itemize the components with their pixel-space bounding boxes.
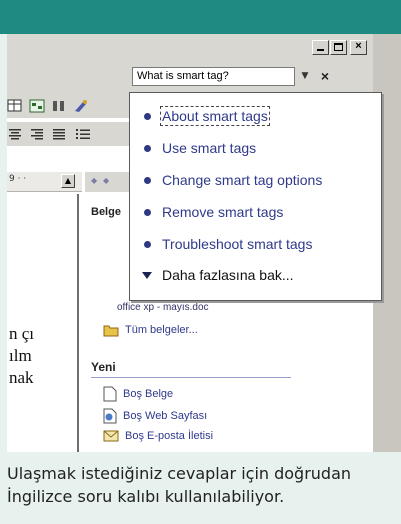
justify-icon[interactable] xyxy=(51,126,67,142)
web-page-icon xyxy=(103,408,117,424)
document-text-line: ılm xyxy=(9,346,32,365)
menu-item-remove-smart-tags[interactable]: Remove smart tags xyxy=(130,200,381,224)
menu-item-troubleshoot-smart-tags[interactable]: Troubleshoot smart tags xyxy=(130,232,381,256)
help-bullet-icon xyxy=(144,208,151,216)
new-blank-document-row[interactable]: Boş Belge xyxy=(103,386,173,402)
all-documents-row[interactable]: Tüm belgeler... xyxy=(103,323,198,337)
menu-item-use-smart-tags[interactable]: Use smart tags xyxy=(130,136,381,160)
ask-dropdown-icon[interactable]: ▼ xyxy=(298,68,312,85)
help-bullet-icon xyxy=(144,176,151,184)
help-bullet-icon xyxy=(144,144,151,152)
minimize-button[interactable] xyxy=(312,40,329,55)
forward-arrow-icon[interactable]: ◆ xyxy=(103,176,109,185)
ask-close-icon[interactable]: × xyxy=(318,67,332,85)
menu-item-change-smart-tag-options[interactable]: Change smart tag options xyxy=(130,168,381,192)
ask-a-question-input[interactable]: What is smart tag? xyxy=(132,67,295,86)
menu-item-label: Change smart tag options xyxy=(162,172,323,188)
table-icon[interactable] xyxy=(7,98,23,114)
menu-item-label: Use smart tags xyxy=(162,140,257,156)
section-divider xyxy=(91,377,291,378)
new-web-page-row[interactable]: Boş Web Sayfası xyxy=(103,408,207,424)
menu-item-label: Troubleshoot smart tags xyxy=(162,236,313,252)
align-center-icon[interactable] xyxy=(7,126,23,142)
all-documents-link[interactable]: Tüm belgeler... xyxy=(125,324,198,336)
menu-item-see-more[interactable]: Daha fazlasına bak... xyxy=(130,263,381,287)
back-arrow-icon[interactable]: ◆ xyxy=(91,176,97,185)
new-email-row[interactable]: Boş E-posta İletisi xyxy=(103,430,213,442)
triangle-down-icon xyxy=(142,271,152,279)
recent-file-link[interactable]: office xp - mayıs.doc xyxy=(117,302,209,313)
menu-item-label: Remove smart tags xyxy=(162,204,284,220)
blank-document-icon xyxy=(103,386,117,402)
window-chrome: × What is smart tag? ▼ × xyxy=(7,34,401,94)
email-message-icon xyxy=(103,430,119,442)
document-text-line: n çı xyxy=(9,324,35,343)
ruler: 9 · · ▲ xyxy=(7,172,82,192)
window-controls: × xyxy=(311,40,367,55)
help-bullet-icon xyxy=(144,240,151,248)
align-right-icon[interactable] xyxy=(29,126,45,142)
minimize-icon xyxy=(317,49,324,51)
drawing-icon[interactable] xyxy=(73,98,89,114)
maximize-button[interactable] xyxy=(330,40,347,55)
top-frame-band xyxy=(0,0,401,34)
menu-item-label: About smart tags xyxy=(160,106,270,126)
menu-item-label: Daha fazlasına bak... xyxy=(162,267,294,283)
smart-tag-answers-menu: About smart tags Use smart tags Change s… xyxy=(129,92,382,301)
document-page[interactable]: n çı ılm nak xyxy=(7,194,79,452)
spreadsheet-icon[interactable] xyxy=(29,98,45,114)
word-window-screenshot: × What is smart tag? ▼ × 9 · · ▲ n çı ıl… xyxy=(7,34,401,452)
ruler-label: 9 · · xyxy=(9,174,27,184)
close-button[interactable]: × xyxy=(350,40,367,55)
scroll-up-arrow-icon[interactable]: ▲ xyxy=(61,174,75,188)
close-icon: × xyxy=(355,40,362,52)
maximize-icon xyxy=(334,43,343,51)
new-web-page-link[interactable]: Boş Web Sayfası xyxy=(123,410,207,422)
menu-item-about-smart-tags[interactable]: About smart tags xyxy=(130,104,381,128)
figure-caption: Ulaşmak istediğiniz cevaplar için doğrud… xyxy=(7,464,352,506)
new-blank-document-link[interactable]: Boş Belge xyxy=(123,388,173,400)
document-text-line: nak xyxy=(9,368,34,387)
new-email-link[interactable]: Boş E-posta İletisi xyxy=(125,430,213,442)
task-pane-section-label: Belge xyxy=(91,206,121,218)
columns-icon[interactable] xyxy=(51,98,67,114)
folder-open-icon xyxy=(103,325,119,337)
numbered-list-icon[interactable] xyxy=(75,126,91,142)
help-bullet-icon xyxy=(144,112,151,120)
new-section-heading: Yeni xyxy=(91,360,116,374)
